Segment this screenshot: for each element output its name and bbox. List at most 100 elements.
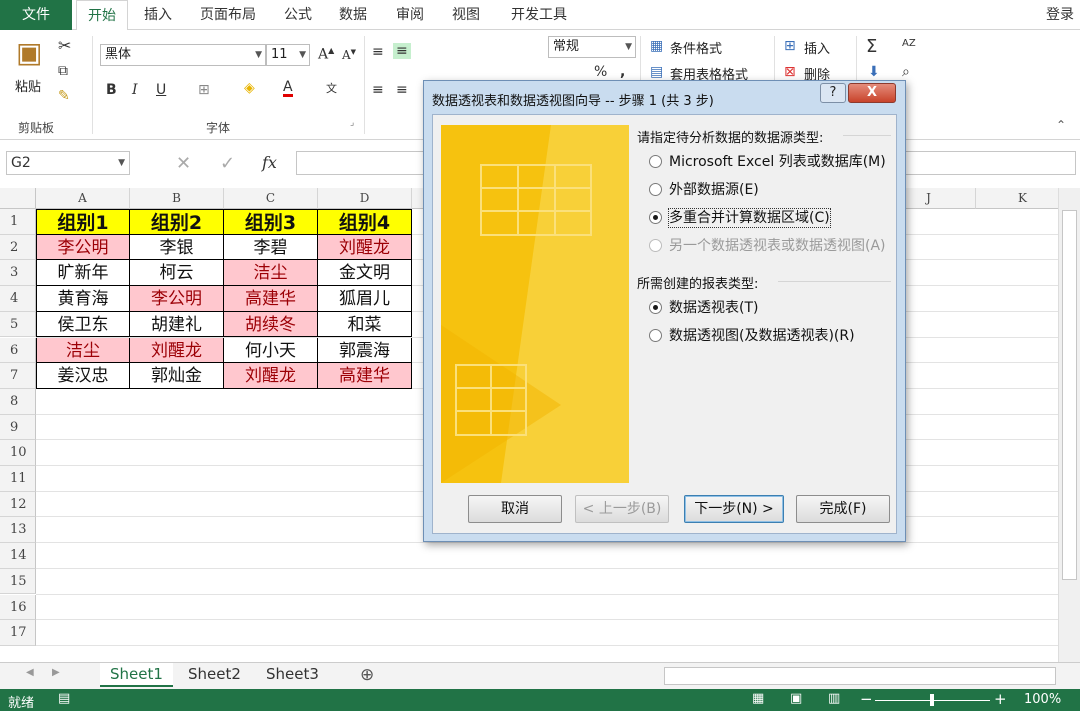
column-header[interactable]: A [36,188,130,209]
insert-cells-button[interactable]: 插入 [804,38,830,57]
horizontal-scrollbar[interactable] [664,667,1056,685]
phonetic-icon[interactable]: 文 [326,80,337,96]
zoom-out-icon[interactable]: − [860,690,873,708]
row-header[interactable]: 12 [0,491,36,518]
table-header-cell[interactable]: 组别4 [318,209,412,235]
table-cell[interactable]: 郭灿金 [130,363,224,389]
paste-button[interactable]: 粘贴 [15,76,41,95]
fill-icon[interactable]: ⬇ [868,64,880,80]
row-header[interactable]: 4 [0,286,36,312]
tab-formulas[interactable]: 公式 [278,0,318,30]
finish-button[interactable]: 完成(F) [796,495,890,523]
table-cell[interactable]: 洁尘 [224,260,318,287]
table-cell[interactable]: 刘醒龙 [130,337,224,364]
sheet-tab[interactable]: Sheet1 [100,663,173,687]
radio-pivot-chart[interactable] [649,329,662,342]
option-excel-list[interactable]: Microsoft Excel 列表或数据库(M) [669,153,886,171]
table-header-cell[interactable]: 组别1 [36,209,130,235]
column-header[interactable]: K [976,188,1070,209]
column-header[interactable]: B [130,188,224,209]
conditional-format-button[interactable]: 条件格式 [670,38,722,57]
copy-icon[interactable]: ⧉ [58,63,68,79]
font-name-combo[interactable]: 黑体 ▼ [100,44,266,66]
confirm-entry-icon[interactable]: ✓ [220,153,235,174]
tab-review[interactable]: 审阅 [390,0,430,30]
percent-button[interactable]: % [594,64,607,80]
zoom-level[interactable]: 100% [1024,692,1061,707]
table-cell[interactable]: 刘醒龙 [318,234,412,261]
sheet-tab[interactable]: Sheet3 [256,663,329,687]
row-header[interactable]: 1 [0,209,36,235]
name-box[interactable]: G2 ▼ [6,151,130,175]
border-icon[interactable]: ⊞ [198,82,210,98]
delete-cells-icon[interactable]: ⊠ [784,64,796,80]
font-size-combo[interactable]: 11 ▼ [266,44,310,66]
close-button[interactable]: X [848,83,896,103]
shrink-font-icon[interactable]: A▼ [342,48,356,62]
table-cell[interactable]: 洁尘 [36,337,130,364]
tab-home[interactable]: 开始 [76,0,128,31]
find-select-icon[interactable]: ⌕ [902,64,910,80]
table-cell[interactable]: 高建华 [318,363,412,389]
table-cell[interactable]: 金文明 [318,260,412,287]
select-all-corner[interactable] [0,188,36,209]
paste-icon[interactable]: ▣ [16,36,42,69]
login-link[interactable]: 登录 [1046,0,1074,30]
tab-insert[interactable]: 插入 [134,0,182,30]
normal-view-icon[interactable]: ▦ [752,691,764,706]
radio-multiple-ranges[interactable] [649,211,662,224]
row-header[interactable]: 2 [0,234,36,261]
table-cell[interactable]: 和菜 [318,311,412,338]
row-header[interactable]: 9 [0,414,36,441]
table-cell[interactable]: 狐眉儿 [318,286,412,312]
cut-icon[interactable]: ✂ [58,36,71,55]
table-cell[interactable]: 黄育海 [36,286,130,312]
grow-font-icon[interactable]: A▲ [318,46,334,63]
table-cell[interactable]: 高建华 [224,286,318,312]
scrollbar-thumb[interactable] [1062,210,1077,580]
option-multiple-ranges[interactable]: 多重合并计算数据区域(C) [668,208,831,228]
sort-filter-button[interactable]: AZ [902,38,916,49]
row-header[interactable]: 13 [0,517,36,544]
option-external-source[interactable]: 外部数据源(E) [669,181,759,199]
row-header[interactable]: 8 [0,388,36,415]
sheet-tab[interactable]: Sheet2 [178,663,251,687]
column-header[interactable]: C [224,188,318,209]
column-header[interactable]: D [318,188,412,209]
table-format-icon[interactable]: ▤ [650,64,663,80]
table-cell[interactable]: 李碧 [224,234,318,261]
next-button[interactable]: 下一步(N) > [684,495,784,523]
table-cell[interactable]: 姜汉忠 [36,363,130,389]
italic-button[interactable]: I [132,82,138,98]
underline-button[interactable]: U [156,82,166,98]
row-header[interactable]: 3 [0,260,36,287]
row-header[interactable]: 11 [0,466,36,492]
row-header[interactable]: 16 [0,594,36,621]
tab-file[interactable]: 文件 [0,0,72,30]
radio-excel-list[interactable] [649,155,662,168]
table-cell[interactable]: 侯卫东 [36,311,130,338]
table-cell[interactable]: 刘醒龙 [224,363,318,389]
row-header[interactable]: 14 [0,543,36,569]
table-cell[interactable]: 李公明 [36,234,130,261]
align-top-icon[interactable]: ≡ [372,44,384,60]
tab-page-layout[interactable]: 页面布局 [192,0,264,30]
font-color-button[interactable]: A [283,80,293,97]
number-format-combo[interactable]: 常规 ▼ [548,36,636,58]
tab-data[interactable]: 数据 [333,0,373,30]
macro-record-icon[interactable]: ▤ [58,691,70,706]
tab-view[interactable]: 视图 [446,0,486,30]
table-cell[interactable]: 胡续冬 [224,311,318,338]
dialog-launcher-icon[interactable]: ⌟ [350,118,354,128]
page-break-view-icon[interactable]: ▥ [828,691,840,706]
fill-color-icon[interactable]: ◈ [244,80,255,96]
bold-button[interactable]: B [106,82,117,98]
table-cell[interactable]: 郭震海 [318,337,412,364]
row-header[interactable]: 7 [0,363,36,389]
align-middle-icon[interactable]: ≡ [393,43,411,59]
table-header-cell[interactable]: 组别3 [224,209,318,235]
radio-external-source[interactable] [649,183,662,196]
table-cell[interactable]: 旷新年 [36,260,130,287]
table-cell[interactable]: 胡建礼 [130,311,224,338]
option-pivot-table[interactable]: 数据透视表(T) [669,299,758,317]
